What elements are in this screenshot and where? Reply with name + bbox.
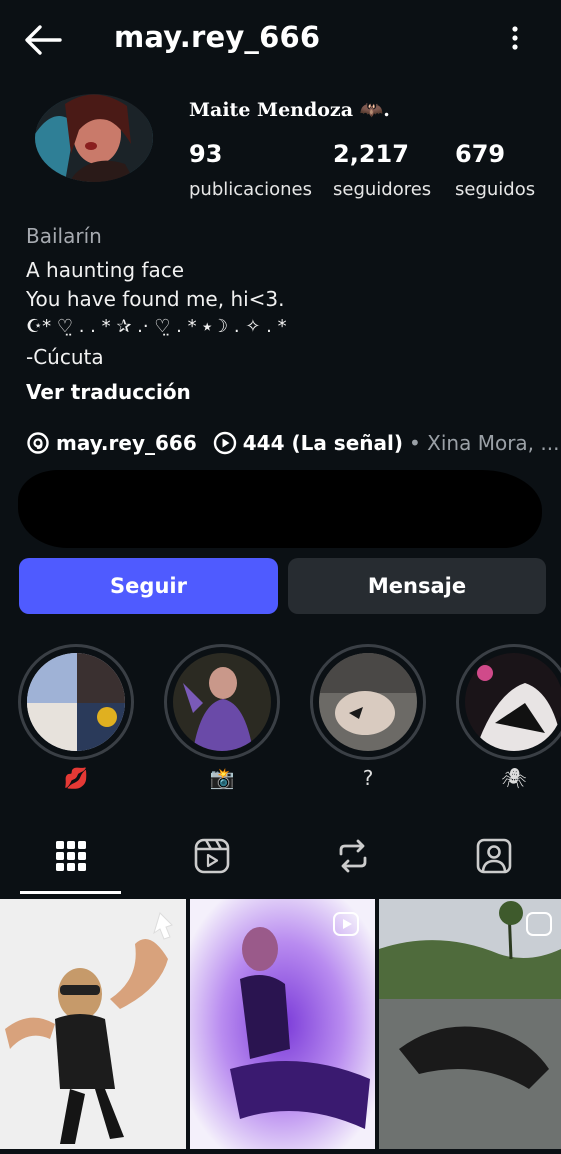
highlight-item[interactable] (18, 644, 134, 760)
post-thumbnail[interactable] (0, 899, 186, 1149)
music-artist[interactable]: • Xina Mora, ... (409, 431, 559, 455)
followers-label[interactable]: seguidores (333, 179, 431, 200)
bio-line: You have found me, hi<3. (26, 287, 285, 311)
highlight-cover (27, 653, 125, 751)
repost-icon (339, 839, 367, 873)
grid-icon (56, 841, 86, 871)
active-tab-indicator (20, 891, 121, 894)
highlight-label: 🕷 (501, 766, 527, 790)
tab-posts[interactable] (51, 836, 91, 876)
arrow-left-icon (25, 25, 62, 55)
header-username: may.rey_666 (114, 20, 321, 54)
threads-handle-link[interactable]: may.rey_666 (56, 431, 197, 455)
more-vertical-icon (512, 26, 518, 50)
tab-tagged[interactable] (474, 836, 514, 876)
message-button[interactable]: Mensaje (288, 558, 546, 614)
reels-icon (194, 838, 230, 874)
highlight-item[interactable] (310, 644, 426, 760)
more-options-button[interactable] (504, 22, 526, 58)
bio-line: A haunting face (26, 258, 185, 282)
tagged-person-icon (476, 838, 512, 874)
following-label[interactable]: seguidos (455, 179, 535, 200)
highlight-cover (319, 653, 417, 751)
post-thumbnail[interactable] (190, 899, 375, 1149)
profile-full-name: Maite Mendoza 🦇. (189, 99, 390, 121)
highlight-label: 📸 (209, 766, 235, 790)
highlight-item[interactable] (456, 644, 561, 760)
avatar[interactable] (35, 94, 153, 182)
back-button[interactable] (22, 22, 66, 58)
bio-line: ☪︎* ♡̤ . . * ✰ .· ♡̤ . * ⭑☽ . ✧ . * (26, 316, 287, 337)
music-title-link[interactable]: 444 (La señal) (243, 431, 403, 455)
bio-line: -Cúcuta (26, 345, 104, 369)
profile-category: Bailarín (26, 224, 102, 248)
tab-reels[interactable] (192, 836, 232, 876)
threads-icon (26, 431, 50, 455)
highlight-label: ? (362, 766, 374, 790)
translate-link[interactable]: Ver traducción (26, 380, 191, 404)
posts-label[interactable]: publicaciones (189, 179, 312, 200)
highlight-label: 💋 (63, 766, 89, 790)
follow-button[interactable]: Seguir (19, 558, 278, 614)
post-thumbnail[interactable] (379, 899, 561, 1149)
tab-reposts[interactable] (333, 836, 373, 876)
highlight-cover (465, 653, 561, 751)
following-count[interactable]: 679 (455, 140, 505, 168)
links-row: may.rey_666 444 (La señal) • Xina Mora, … (26, 428, 559, 458)
redacted-content (18, 470, 542, 548)
highlight-cover (173, 653, 271, 751)
posts-count[interactable]: 93 (189, 140, 222, 168)
followers-count[interactable]: 2,217 (333, 140, 409, 168)
play-circle-icon (213, 431, 237, 455)
highlight-item[interactable] (164, 644, 280, 760)
